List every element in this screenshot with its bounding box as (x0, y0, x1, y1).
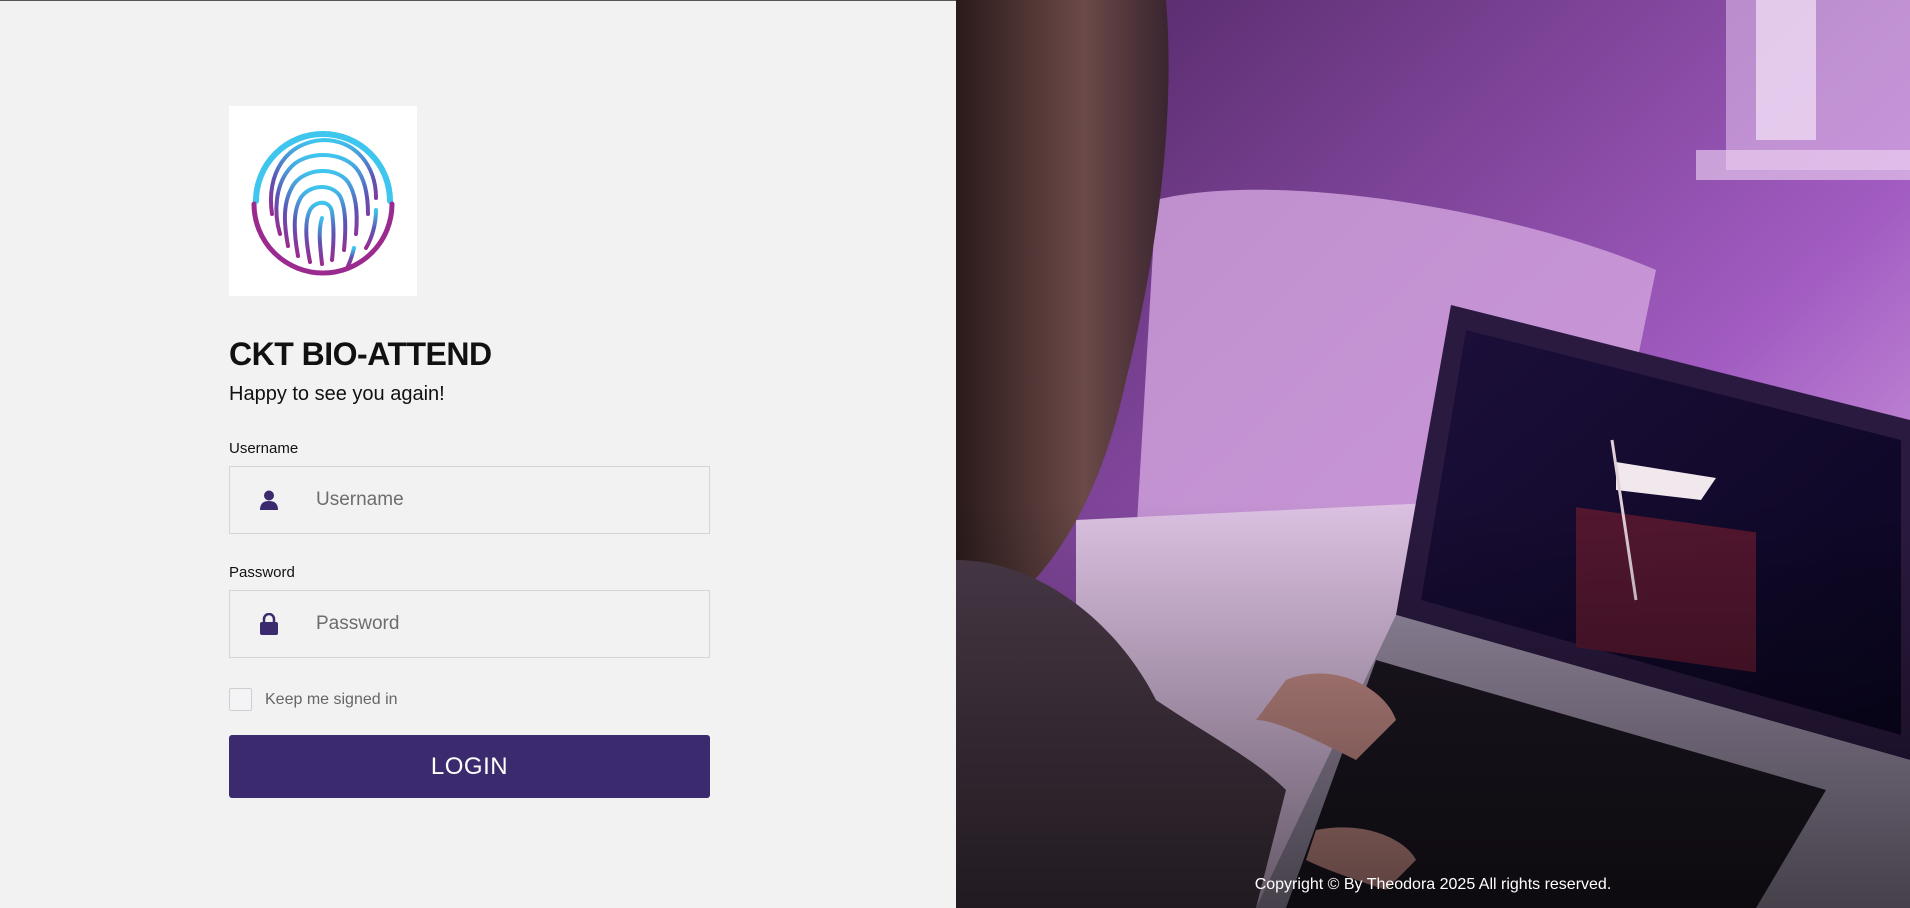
login-panel: CKT BIO-ATTEND Happy to see you again! U… (0, 0, 956, 908)
login-form: CKT BIO-ATTEND Happy to see you again! U… (229, 106, 710, 798)
password-field[interactable] (229, 590, 710, 658)
hero-image: Copyright © By Theodora 2025 All rights … (956, 0, 1910, 908)
password-label: Password (229, 564, 295, 581)
username-label: Username (229, 440, 299, 457)
user-icon (230, 490, 278, 510)
page-title: CKT BIO-ATTEND (229, 336, 492, 372)
welcome-message: Happy to see you again! (229, 383, 445, 405)
fingerprint-logo-icon (229, 106, 417, 296)
login-button[interactable]: LOGIN (229, 735, 710, 798)
username-field[interactable] (229, 466, 710, 534)
hero-illustration (956, 0, 1910, 908)
lock-icon (230, 613, 278, 635)
remember-me: Keep me signed in (229, 688, 710, 711)
remember-label[interactable]: Keep me signed in (265, 691, 398, 709)
username-input[interactable] (316, 489, 696, 511)
password-input[interactable] (316, 613, 696, 635)
remember-checkbox[interactable] (229, 688, 252, 711)
copyright-text: Copyright © By Theodora 2025 All rights … (1254, 876, 1612, 893)
